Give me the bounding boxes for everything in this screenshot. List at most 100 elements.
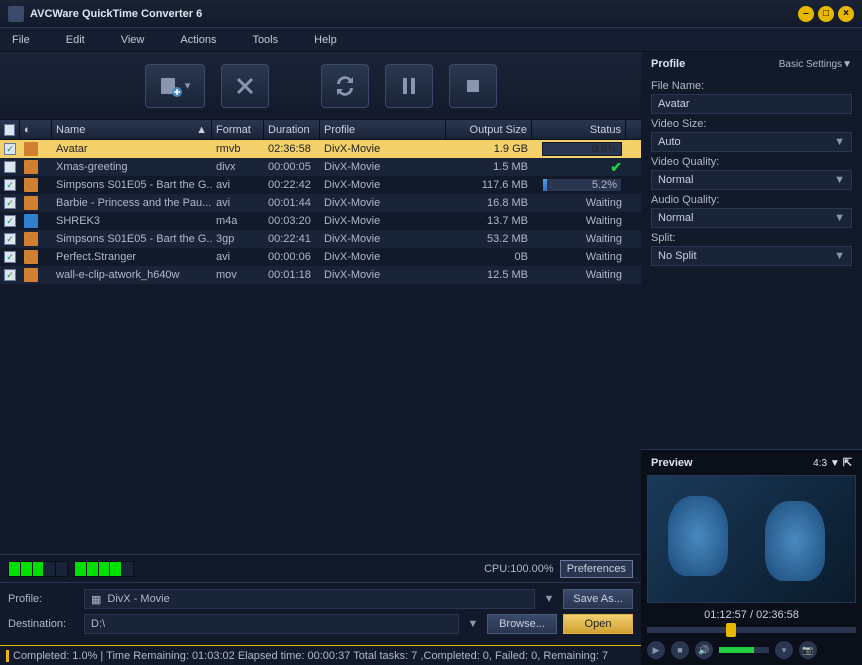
cell-profile: DivX-Movie bbox=[320, 158, 446, 176]
minimize-button[interactable]: – bbox=[798, 6, 814, 22]
snapshot-folder-button[interactable]: ▾ bbox=[775, 641, 793, 659]
header-output[interactable]: Output Size bbox=[446, 120, 532, 139]
header-name[interactable]: Name▲ bbox=[52, 120, 212, 139]
convert-button[interactable] bbox=[321, 64, 369, 108]
row-checkbox[interactable]: ✓ bbox=[4, 143, 16, 155]
file-list: ✓Avatarrmvb02:36:58DivX-Movie1.9 GB0.6%X… bbox=[0, 140, 641, 554]
stop-preview-button[interactable]: ■ bbox=[671, 641, 689, 659]
menu-edit[interactable]: Edit bbox=[66, 34, 85, 46]
cell-profile: DivX-Movie bbox=[320, 140, 446, 158]
preview-video[interactable] bbox=[647, 475, 856, 603]
destination-dropdown-icon[interactable]: ▼ bbox=[465, 618, 481, 630]
profile-title: Profile bbox=[651, 58, 685, 70]
pause-button[interactable] bbox=[385, 64, 433, 108]
aspect-ratio-select[interactable]: 4:3 ▼ bbox=[813, 458, 840, 469]
preferences-button[interactable]: Preferences bbox=[560, 560, 633, 578]
audioquality-select[interactable]: Normal▼ bbox=[651, 208, 852, 228]
header-icon[interactable]: ◐ bbox=[20, 120, 52, 139]
row-checkbox[interactable]: ✓ bbox=[4, 251, 16, 263]
play-button[interactable]: ▶ bbox=[647, 641, 665, 659]
cell-name: Barbie - Princess and the Pau... bbox=[52, 194, 212, 212]
cell-status: Waiting bbox=[532, 266, 626, 284]
row-checkbox[interactable] bbox=[4, 161, 16, 173]
cell-duration: 00:00:06 bbox=[264, 248, 320, 266]
save-as-button[interactable]: Save As... bbox=[563, 589, 633, 609]
table-row[interactable]: ✓Simpsons S01E05 - Bart the G...3gp00:22… bbox=[0, 230, 641, 248]
profile-combo[interactable]: ▦DivX - Movie bbox=[84, 589, 535, 609]
row-checkbox[interactable]: ✓ bbox=[4, 179, 16, 191]
toolbar: ▾ bbox=[0, 52, 641, 120]
table-row[interactable]: ✓SHREK3m4a00:03:20DivX-Movie13.7 MBWaiti… bbox=[0, 212, 641, 230]
row-checkbox[interactable]: ✓ bbox=[4, 197, 16, 209]
row-checkbox[interactable]: ✓ bbox=[4, 233, 16, 245]
destination-combo[interactable]: D:\ bbox=[84, 614, 459, 634]
file-type-icon bbox=[24, 232, 38, 246]
header-format[interactable]: Format bbox=[212, 120, 264, 139]
header-profile[interactable]: Profile bbox=[320, 120, 446, 139]
select-all-checkbox[interactable] bbox=[4, 124, 15, 136]
row-checkbox[interactable]: ✓ bbox=[4, 269, 16, 281]
cell-name: SHREK3 bbox=[52, 212, 212, 230]
cell-name: Avatar bbox=[52, 140, 212, 158]
browse-button[interactable]: Browse... bbox=[487, 614, 557, 634]
split-label: Split: bbox=[651, 232, 852, 244]
popout-icon[interactable]: ⇱ bbox=[843, 457, 852, 469]
cell-format: rmvb bbox=[212, 140, 264, 158]
cell-duration: 00:03:20 bbox=[264, 212, 320, 230]
file-type-icon bbox=[24, 214, 38, 228]
row-checkbox[interactable]: ✓ bbox=[4, 215, 16, 227]
seek-slider[interactable] bbox=[647, 627, 856, 633]
table-row[interactable]: ✓Avatarrmvb02:36:58DivX-Movie1.9 GB0.6% bbox=[0, 140, 641, 158]
cell-duration: 00:01:44 bbox=[264, 194, 320, 212]
add-file-button[interactable]: ▾ bbox=[145, 64, 205, 108]
cell-profile: DivX-Movie bbox=[320, 212, 446, 230]
menu-file[interactable]: File bbox=[12, 34, 30, 46]
menu-view[interactable]: View bbox=[121, 34, 145, 46]
volume-icon[interactable]: 🔊 bbox=[695, 641, 713, 659]
destination-label: Destination: bbox=[8, 618, 78, 630]
cell-output: 0B bbox=[446, 248, 532, 266]
videoquality-label: Video Quality: bbox=[651, 156, 852, 168]
videoquality-select[interactable]: Normal▼ bbox=[651, 170, 852, 190]
cell-format: divx bbox=[212, 158, 264, 176]
videosize-select[interactable]: Auto▼ bbox=[651, 132, 852, 152]
close-button[interactable]: × bbox=[838, 6, 854, 22]
table-row[interactable]: ✓Simpsons S01E05 - Bart the G...avi00:22… bbox=[0, 176, 641, 194]
profile-panel-header: Profile Basic Settings▼ bbox=[641, 52, 862, 76]
open-button[interactable]: Open bbox=[563, 614, 633, 634]
cell-output: 12.5 MB bbox=[446, 266, 532, 284]
file-type-icon bbox=[24, 160, 38, 174]
header-duration[interactable]: Duration bbox=[264, 120, 320, 139]
header-status[interactable]: Status bbox=[532, 120, 626, 139]
cell-output: 13.7 MB bbox=[446, 212, 532, 230]
table-row[interactable]: ✓Perfect.Strangeravi00:00:06DivX-Movie0B… bbox=[0, 248, 641, 266]
filename-label: File Name: bbox=[651, 80, 852, 92]
maximize-button[interactable]: □ bbox=[818, 6, 834, 22]
progress-bar: 5.2% bbox=[542, 178, 622, 192]
cell-status: Waiting bbox=[532, 212, 626, 230]
cell-format: avi bbox=[212, 194, 264, 212]
delete-button[interactable] bbox=[221, 64, 269, 108]
profile-dropdown-icon[interactable]: ▼ bbox=[541, 593, 557, 605]
filename-input[interactable]: Avatar bbox=[651, 94, 852, 114]
cell-format: avi bbox=[212, 248, 264, 266]
snapshot-button[interactable]: 📷 bbox=[799, 641, 817, 659]
table-row[interactable]: ✓wall-e-clip-atwork_h640wmov00:01:18DivX… bbox=[0, 266, 641, 284]
list-header: ◐ Name▲ Format Duration Profile Output S… bbox=[0, 120, 641, 140]
volume-slider[interactable] bbox=[719, 647, 769, 653]
table-row[interactable]: Xmas-greetingdivx00:00:05DivX-Movie1.5 M… bbox=[0, 158, 641, 176]
cell-status: 5.2% bbox=[532, 176, 626, 194]
file-type-icon bbox=[24, 268, 38, 282]
basic-settings-toggle[interactable]: Basic Settings▼ bbox=[779, 59, 852, 70]
progress-bar: 0.6% bbox=[542, 142, 622, 156]
menu-actions[interactable]: Actions bbox=[180, 34, 216, 46]
cell-output: 1.9 GB bbox=[446, 140, 532, 158]
split-select[interactable]: No Split▼ bbox=[651, 246, 852, 266]
menu-tools[interactable]: Tools bbox=[252, 34, 278, 46]
stop-button[interactable] bbox=[449, 64, 497, 108]
table-row[interactable]: ✓ Barbie - Princess and the Pau...avi00:0… bbox=[0, 194, 641, 212]
cell-format: avi bbox=[212, 176, 264, 194]
cpu-meter-icon bbox=[8, 561, 68, 577]
cpu-bar: CPU:100.00% Preferences bbox=[0, 554, 641, 582]
menu-help[interactable]: Help bbox=[314, 34, 337, 46]
